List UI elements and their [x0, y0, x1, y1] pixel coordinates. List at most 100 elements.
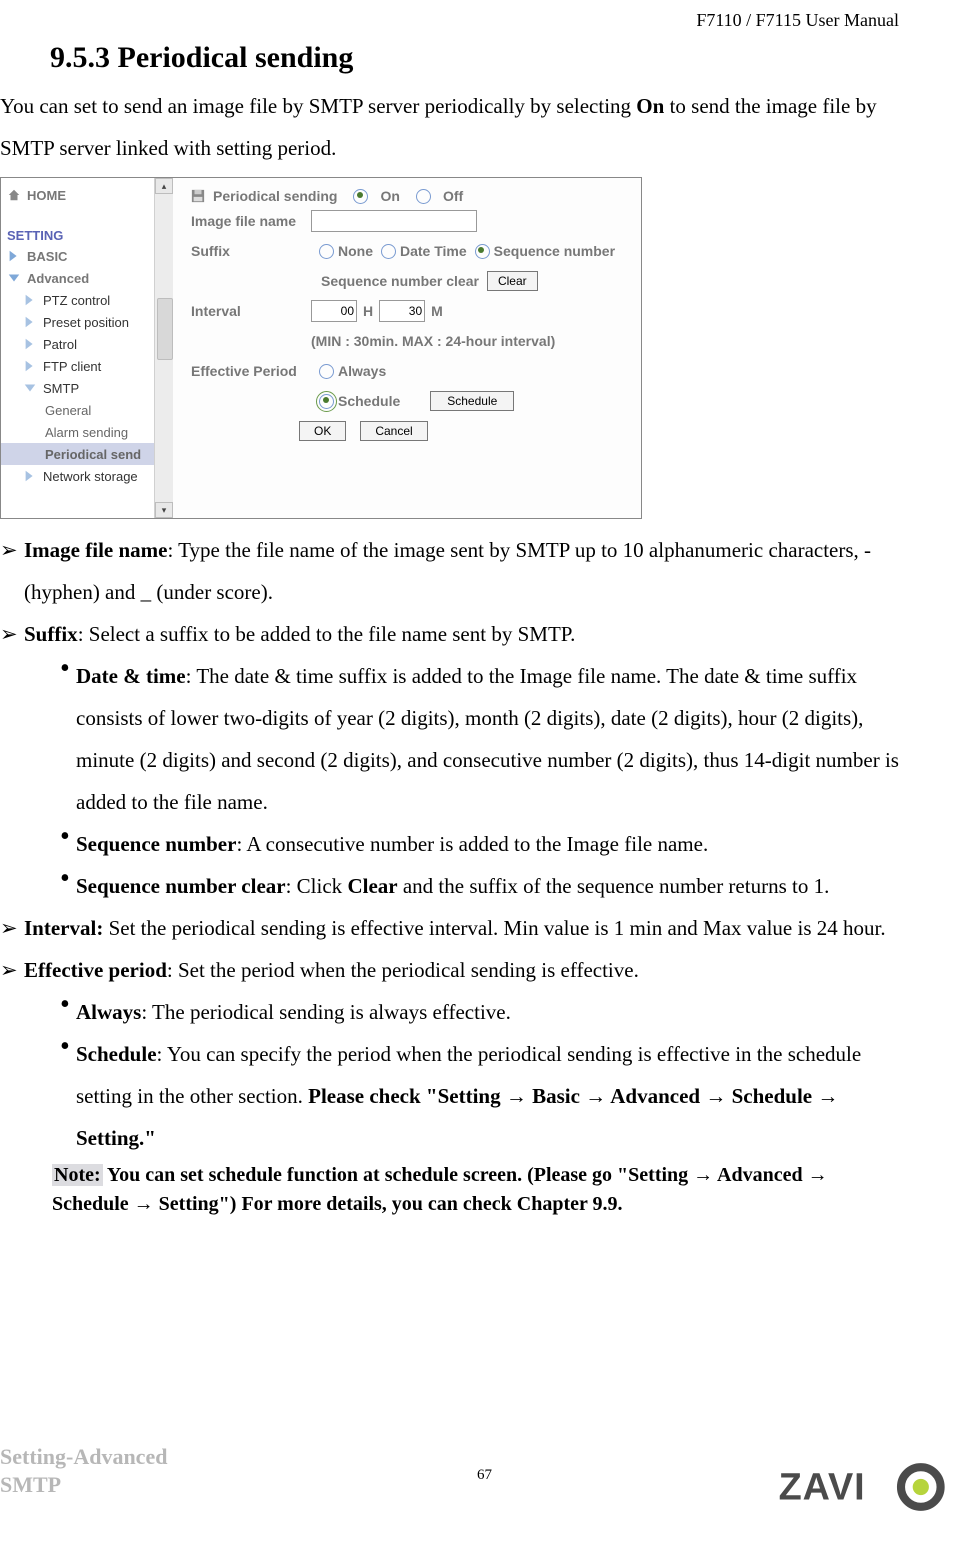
nav-network[interactable]: Network storage: [1, 465, 173, 487]
nav-setting-label: SETTING: [1, 222, 173, 245]
int-t: Set the periodical sending is effective …: [103, 916, 885, 940]
nav-periodical[interactable]: Periodical send: [1, 443, 173, 465]
subbullet-datetime: • Date & time: The date & time suffix is…: [60, 655, 909, 823]
image-file-name-row: Image file name: [191, 208, 631, 234]
nav-alarm[interactable]: Alarm sending: [1, 421, 173, 443]
nav-basic[interactable]: BASIC: [1, 245, 173, 267]
suf-t: : Select a suffix to be added to the fil…: [78, 622, 576, 646]
seq-clear-label: Sequence number clear: [321, 273, 479, 289]
arrow-icon: [7, 249, 21, 263]
scroll-up-icon[interactable]: ▴: [155, 178, 173, 194]
radio-schedule[interactable]: [319, 394, 334, 409]
arrow-icon: [23, 315, 37, 329]
int-b: Interval:: [24, 916, 103, 940]
radio-sequence-label: Sequence number: [494, 243, 615, 259]
note-label: Note:: [52, 1164, 103, 1186]
nav-general[interactable]: General: [1, 399, 173, 421]
section-number: 9.5.3: [50, 41, 110, 74]
scroll-down-icon[interactable]: ▾: [155, 502, 173, 518]
schedule-row: Schedule Schedule: [191, 388, 631, 414]
brand-logo: ZAVI: [775, 1459, 955, 1520]
dt-b: Date & time: [76, 664, 186, 688]
dot-marker: •: [60, 991, 76, 1033]
periodical-sending-row: Periodical sending On Off: [191, 188, 631, 204]
suffix-label: Suffix: [191, 243, 311, 259]
clear-button[interactable]: Clear: [487, 271, 538, 291]
settings-screenshot: HOME SETTING BASIC Advanced PTZ control …: [0, 177, 642, 519]
image-file-name-input[interactable]: [311, 210, 477, 232]
nav-home-label: HOME: [27, 188, 66, 203]
nav-patrol-label: Patrol: [43, 337, 77, 352]
footer-line2: SMTP: [0, 1471, 167, 1499]
nav-basic-label: BASIC: [27, 249, 67, 264]
bullet-suffix: ➢ Suffix: Select a suffix to be added to…: [0, 613, 909, 655]
page-header: F7110 / F7115 User Manual: [0, 10, 909, 31]
nav-preset[interactable]: Preset position: [1, 311, 173, 333]
radio-datetime[interactable]: [381, 244, 396, 259]
schedule-button[interactable]: Schedule: [430, 391, 514, 411]
radio-always-label: Always: [338, 363, 386, 379]
subbullet-seqclear: • Sequence number clear: Click Clear and…: [60, 865, 909, 907]
footer-line1: Setting-Advanced: [0, 1443, 167, 1471]
interval-hint: (MIN : 30min. MAX : 24-hour interval): [311, 333, 555, 349]
intro-paragraph: You can set to send an image file by SMT…: [0, 85, 909, 169]
nav-home[interactable]: HOME: [1, 184, 173, 206]
section-title: 9.5.3 Periodical sending: [50, 41, 909, 75]
intro-pre: You can set to send an image file by SMT…: [0, 94, 636, 118]
radio-off[interactable]: [416, 189, 431, 204]
interval-hint-row: (MIN : 30min. MAX : 24-hour interval): [191, 328, 631, 354]
nav-smtp[interactable]: SMTP: [1, 377, 173, 399]
nav-smtp-label: SMTP: [43, 381, 79, 396]
ok-button[interactable]: OK: [299, 421, 346, 441]
interval-label: Interval: [191, 303, 311, 319]
suffix-row: Suffix None Date Time Sequence number: [191, 238, 631, 264]
img-b: Image file name: [24, 538, 167, 562]
radio-on[interactable]: [353, 189, 368, 204]
nav-ptz[interactable]: PTZ control: [1, 289, 173, 311]
home-icon: [7, 188, 21, 202]
bullet-marker: ➢: [0, 907, 24, 949]
bullet-marker: ➢: [0, 529, 24, 613]
dot-marker: •: [60, 1033, 76, 1159]
seq-t: : A consecutive number is added to the I…: [236, 832, 708, 856]
dot-marker: •: [60, 823, 76, 865]
effective-period-row: Effective Period Always: [191, 358, 631, 384]
radio-on-label: On: [380, 188, 399, 204]
subbullet-seq: • Sequence number: A consecutive number …: [60, 823, 909, 865]
dot-marker: •: [60, 655, 76, 823]
radio-sequence[interactable]: [475, 244, 490, 259]
nav-advanced-label: Advanced: [27, 271, 89, 286]
m-unit: M: [431, 303, 443, 319]
cancel-button[interactable]: Cancel: [360, 421, 427, 441]
nav-advanced[interactable]: Advanced: [1, 267, 173, 289]
subbullet-always: • Always: The periodical sending is alwa…: [60, 991, 909, 1033]
alw-b: Always: [76, 1000, 141, 1024]
bullet-effective: ➢ Effective period: Set the period when …: [0, 949, 909, 991]
nav-ftp[interactable]: FTP client: [1, 355, 173, 377]
radio-datetime-label: Date Time: [400, 243, 467, 259]
description-list: ➢ Image file name: Type the file name of…: [0, 529, 909, 1159]
interval-hours-input[interactable]: [311, 300, 357, 322]
nav-periodical-label: Periodical send: [45, 447, 141, 462]
radio-none-label: None: [338, 243, 373, 259]
nav-network-label: Network storage: [43, 469, 138, 484]
scroll-thumb[interactable]: [157, 298, 173, 360]
nav-ptz-label: PTZ control: [43, 293, 110, 308]
bullet-marker: ➢: [0, 613, 24, 655]
radio-always[interactable]: [319, 364, 334, 379]
action-buttons-row: OK Cancel: [191, 418, 631, 444]
interval-minutes-input[interactable]: [379, 300, 425, 322]
nav-patrol[interactable]: Patrol: [1, 333, 173, 355]
note-text: You can set schedule function at schedul…: [52, 1164, 828, 1215]
seq-b: Sequence number: [76, 832, 236, 856]
arrow-down-icon: [23, 381, 37, 395]
radio-none[interactable]: [319, 244, 334, 259]
eff-b: Effective period: [24, 958, 167, 982]
disk-icon: [191, 189, 205, 203]
page-number: 67: [477, 1467, 492, 1484]
seqc-t2: and the suffix of the sequence number re…: [398, 874, 830, 898]
svg-text:ZAVI: ZAVI: [779, 1467, 866, 1509]
image-file-name-label: Image file name: [191, 213, 311, 229]
footer-section-path: Setting-Advanced SMTP: [0, 1443, 167, 1498]
sidebar-scrollbar[interactable]: ▴ ▾: [154, 178, 173, 518]
